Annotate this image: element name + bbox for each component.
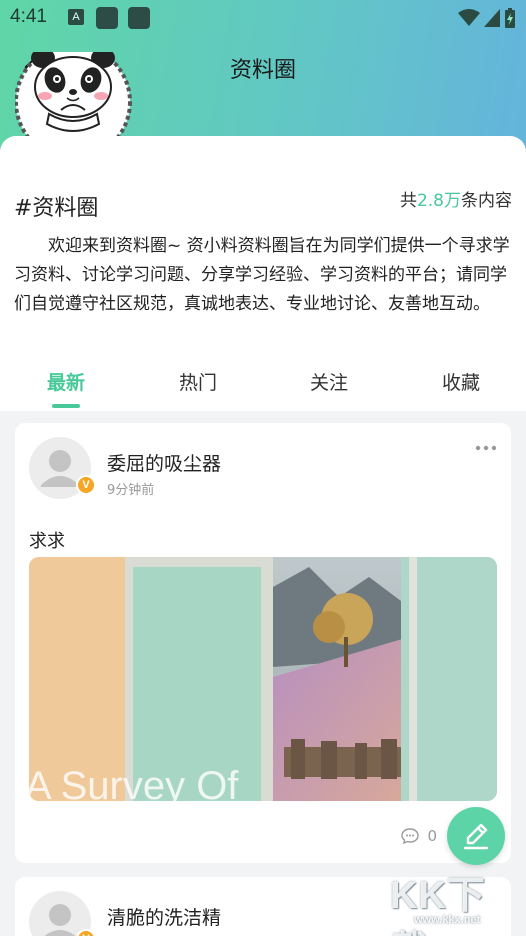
status-bar: 4:41 A	[0, 0, 526, 36]
post-count-suffix: 条内容	[461, 191, 512, 211]
author-name[interactable]: 委屈的吸尘器	[107, 449, 221, 476]
feed-tabs: 最新 热门 关注 收藏	[0, 364, 526, 410]
circle-name: #资料圈	[14, 196, 99, 221]
tab-favorites[interactable]: 收藏	[395, 368, 526, 395]
app-notification-icon	[128, 7, 150, 29]
signal-icon	[484, 9, 500, 27]
tab-latest[interactable]: 最新	[0, 368, 132, 395]
verified-badge: V	[76, 475, 96, 495]
post-count-prefix: 共	[399, 191, 417, 211]
comment-button[interactable]: 0	[401, 827, 437, 845]
app-notification-icon	[96, 7, 118, 29]
author-avatar[interactable]: V	[29, 437, 96, 499]
verified-badge: V	[76, 929, 96, 936]
watermark-url: www.kkx.net	[414, 914, 481, 926]
circle-info-card: #资料圈 共2.8万条内容 欢迎来到资料圈~ 资小料资料圈旨在为同学们提供一个寻…	[0, 136, 526, 411]
status-icons	[458, 7, 516, 29]
comment-icon	[401, 828, 420, 844]
compose-post-button[interactable]	[447, 807, 505, 865]
tab-following[interactable]: 关注	[263, 368, 395, 395]
image-caption-text: A Survey Of	[29, 764, 239, 801]
book-cover-photo: A Survey Of	[29, 557, 497, 801]
post-image[interactable]: A Survey Of	[29, 557, 497, 801]
more-dots-icon	[475, 445, 497, 451]
circle-description: 欢迎来到资料圈~ 资小料资料圈旨在为同学们提供一个寻求学习资料、讨论学习问题、分…	[14, 236, 510, 314]
active-tab-indicator	[52, 404, 80, 408]
post-count-value: 2.8万	[416, 191, 461, 211]
watermark-logo: KK下载 www.kkx.net	[384, 862, 524, 936]
keyboard-notification-icon: A	[68, 9, 84, 25]
status-time: 4:41	[10, 6, 47, 27]
post-text: 求求	[29, 531, 65, 552]
author-avatar[interactable]: V	[29, 891, 96, 936]
author-name[interactable]: 清脆的洗洁精	[107, 903, 221, 930]
more-options-button[interactable]	[475, 439, 497, 451]
post-card[interactable]: V 委屈的吸尘器 9分钟前 求求 A Survey Of 0	[15, 423, 511, 863]
comment-count: 0	[427, 827, 437, 845]
tab-hot[interactable]: 热门	[132, 368, 264, 395]
wifi-icon	[458, 9, 480, 26]
post-time: 9分钟前	[107, 483, 155, 498]
post-count: 共2.8万条内容	[400, 186, 512, 211]
edit-pen-icon	[463, 823, 489, 850]
battery-icon	[505, 8, 515, 28]
